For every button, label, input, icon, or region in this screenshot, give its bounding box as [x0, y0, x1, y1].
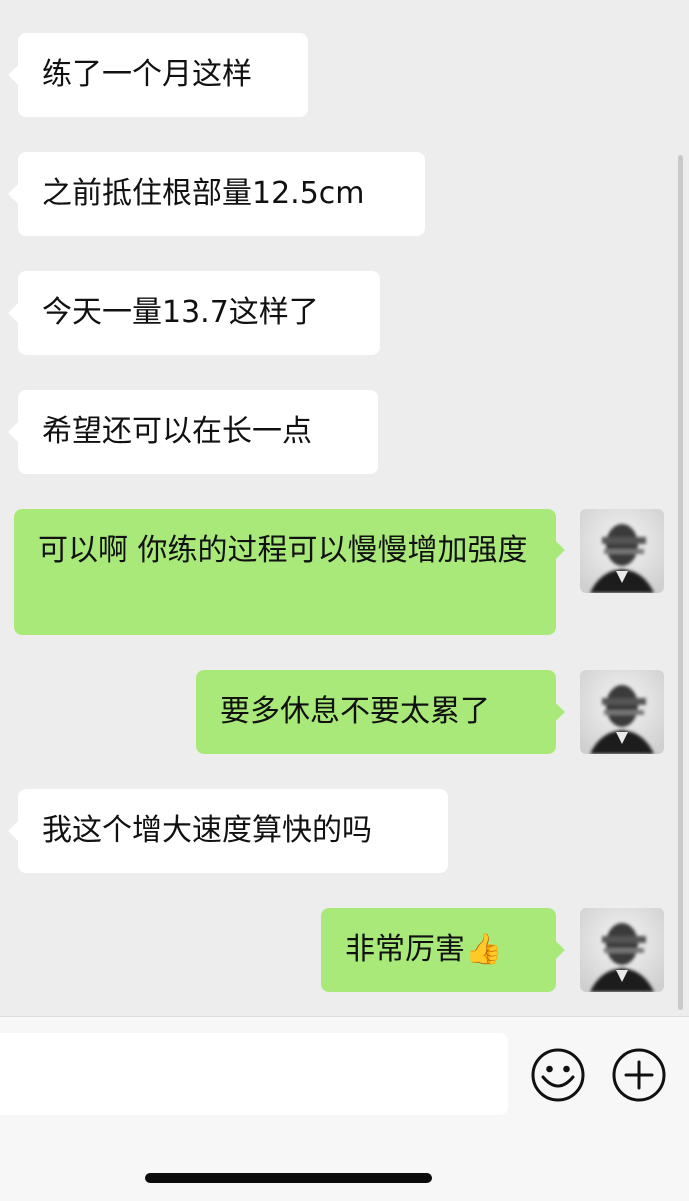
message-input[interactable]	[0, 1033, 508, 1115]
message-text: 要多休息不要太累了	[220, 694, 490, 729]
message-text: 练了一个月这样	[42, 57, 252, 92]
home-indicator[interactable]	[145, 1173, 432, 1183]
message-text: 非常厉害	[345, 932, 465, 967]
message-bubble-incoming[interactable]: 之前抵住根部量12.5cm	[18, 152, 425, 236]
message-bubble-incoming[interactable]: 今天一量13.7这样了	[18, 271, 380, 355]
avatar[interactable]	[580, 509, 664, 593]
chat-message-list[interactable]: 练了一个月这样 之前抵住根部量12.5cm 今天一量13.7这样了 希望还可以在…	[0, 0, 689, 1016]
message-bubble-outgoing[interactable]: 要多休息不要太累了	[196, 670, 556, 754]
message-text: 今天一量13.7这样了	[42, 295, 319, 330]
more-actions-button[interactable]	[609, 1045, 669, 1105]
thumbs-up-emoji: 👍	[465, 932, 503, 967]
avatar[interactable]	[580, 670, 664, 754]
message-bubble-incoming[interactable]: 我这个增大速度算快的吗	[18, 789, 448, 873]
message-text: 之前抵住根部量12.5cm	[42, 176, 365, 211]
message-bubble-outgoing[interactable]: 非常厉害👍	[321, 908, 556, 992]
message-bubble-incoming[interactable]: 练了一个月这样	[18, 33, 308, 117]
plus-circle-icon	[612, 1048, 666, 1102]
message-text: 我这个增大速度算快的吗	[42, 813, 372, 848]
avatar[interactable]	[580, 908, 664, 992]
message-text: 可以啊 你练的过程可以慢慢增加强度	[38, 533, 528, 568]
message-bubble-outgoing[interactable]: 可以啊 你练的过程可以慢慢增加强度	[14, 509, 556, 635]
avatar-blurred-person-icon	[580, 509, 664, 593]
scrollbar[interactable]	[678, 155, 683, 1010]
smiley-face-icon	[531, 1048, 585, 1102]
avatar-blurred-person-icon	[580, 670, 664, 754]
emoji-button[interactable]	[528, 1045, 588, 1105]
avatar-blurred-person-icon	[580, 908, 664, 992]
message-text: 希望还可以在长一点	[42, 414, 312, 449]
message-bubble-incoming[interactable]: 希望还可以在长一点	[18, 390, 378, 474]
